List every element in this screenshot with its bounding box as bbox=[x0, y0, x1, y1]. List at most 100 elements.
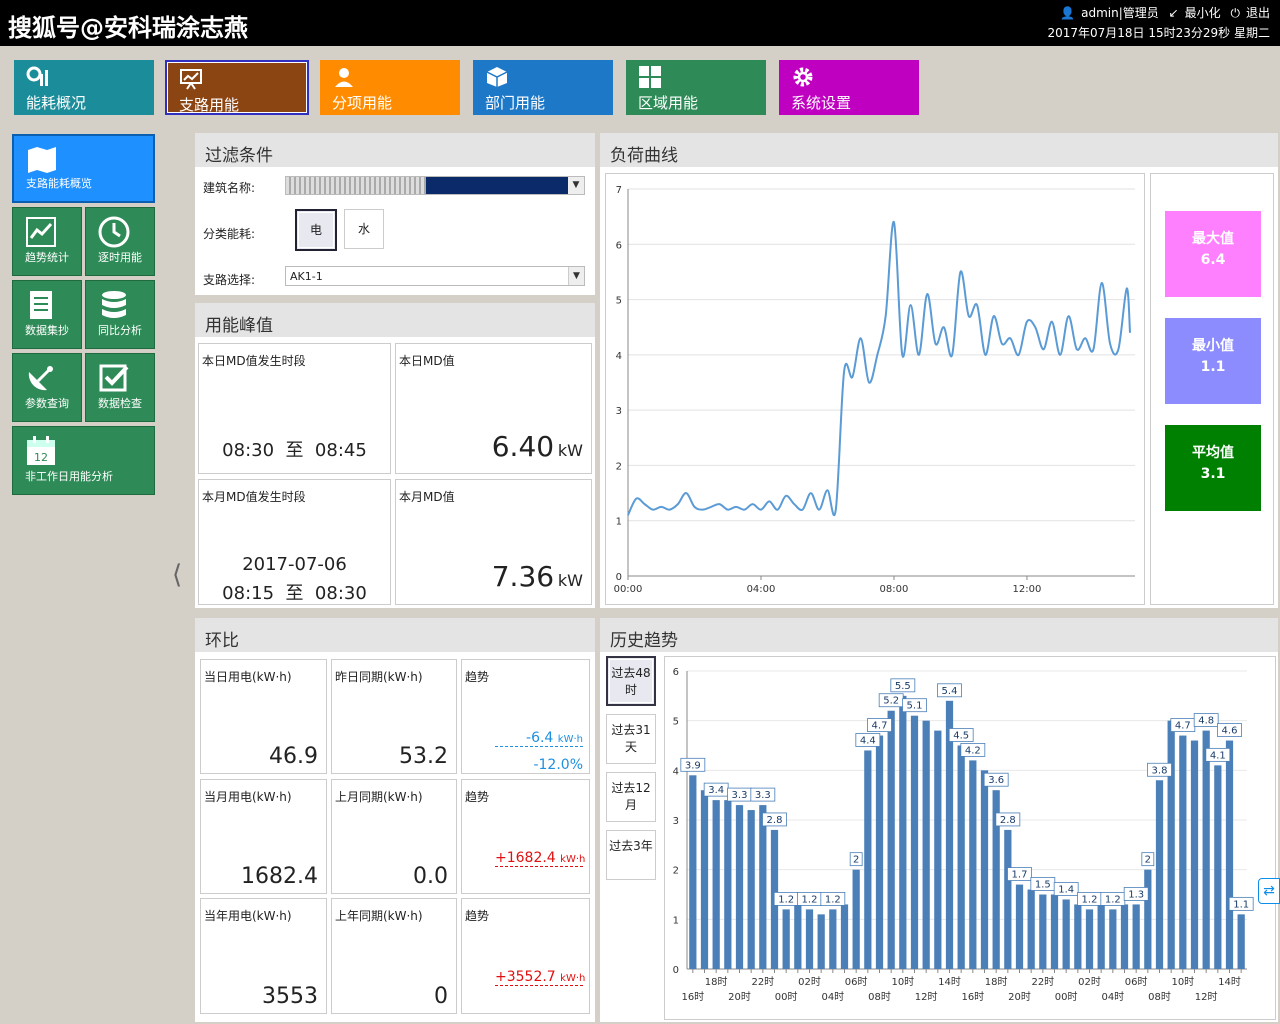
bar bbox=[1050, 894, 1059, 969]
day-period-label: 本日MD值发生时段 bbox=[202, 354, 306, 368]
avg-stat: 平均值 3.1 bbox=[1165, 425, 1261, 511]
sidebar-item-data-check[interactable]: 数据检查 bbox=[85, 353, 155, 422]
cur-box: 当日用电(kW·h) 46.9 bbox=[200, 659, 327, 774]
sidebar-item-trend-stats[interactable]: 趋势统计 bbox=[12, 207, 82, 276]
sidebar-item-data-reading[interactable]: 数据集抄 bbox=[12, 280, 82, 349]
nav-energy-overview[interactable]: 能耗概况 bbox=[14, 60, 154, 115]
document-icon bbox=[30, 291, 52, 319]
y-tick-label: 7 bbox=[616, 185, 622, 196]
teamviewer-icon[interactable]: ⇄ bbox=[1258, 878, 1280, 904]
trend-label: 趋势 bbox=[465, 909, 490, 923]
data-label: 5.2 bbox=[883, 696, 899, 707]
y-tick-label: 3 bbox=[673, 816, 679, 827]
datetime: 2017年07月18日 15时23分29秒 星期二 bbox=[1047, 26, 1270, 40]
minimize-icon: ↙ bbox=[1168, 6, 1179, 20]
bar bbox=[1179, 735, 1187, 969]
x-tick-label: 08时 bbox=[1148, 991, 1171, 1003]
x-tick-label: 14时 bbox=[1218, 976, 1241, 988]
nav-department-energy[interactable]: 部门用能 bbox=[473, 60, 613, 115]
x-tick-label: 08:00 bbox=[880, 584, 909, 595]
water-toggle[interactable]: 水 bbox=[344, 209, 384, 249]
svg-text:12: 12 bbox=[34, 451, 48, 464]
btn-3y[interactable]: 过去3年 bbox=[606, 830, 656, 880]
x-tick-label: 12时 bbox=[915, 991, 938, 1003]
elec-toggle[interactable]: 电 bbox=[295, 209, 337, 251]
collapse-chevron-icon[interactable]: ⟨ bbox=[172, 560, 182, 590]
bar bbox=[1155, 780, 1164, 969]
nav-label: 分项用能 bbox=[332, 94, 393, 112]
trend-label: 趋势 bbox=[465, 790, 490, 804]
data-label: 3.3 bbox=[755, 790, 771, 801]
power-icon: ⏻ bbox=[1230, 6, 1240, 20]
btn-48h[interactable]: 过去48时 bbox=[606, 656, 656, 706]
trend-label: 趋势 bbox=[465, 670, 490, 684]
trend-box: 趋势 -6.4 kW·h -12.0% bbox=[461, 659, 590, 774]
btn-12m[interactable]: 过去12月 bbox=[606, 772, 656, 822]
data-label: 4.6 bbox=[1222, 726, 1238, 737]
max-label: 最大值 bbox=[1192, 231, 1234, 247]
bar bbox=[1097, 899, 1105, 969]
branch-select[interactable]: AK1-1 ▼ bbox=[285, 266, 585, 286]
data-label: 4.1 bbox=[1210, 750, 1226, 761]
cur-label: 当月用电(kW·h) bbox=[204, 790, 292, 804]
bar bbox=[852, 869, 860, 969]
data-label: 1.2 bbox=[778, 894, 794, 905]
y-tick-label: 2 bbox=[616, 461, 622, 472]
bar bbox=[1167, 720, 1175, 969]
cur-value: 1682.4 bbox=[241, 864, 318, 889]
bar bbox=[1225, 740, 1234, 969]
sidebar-label: 参数查询 bbox=[25, 397, 69, 410]
x-tick-label: 06时 bbox=[845, 976, 868, 988]
bar bbox=[1109, 909, 1117, 969]
prev-label: 上年同期(kW·h) bbox=[335, 909, 423, 923]
nav-branch-energy[interactable]: 支路用能 bbox=[165, 60, 309, 115]
bar bbox=[1015, 884, 1024, 969]
data-label: 5.4 bbox=[942, 686, 958, 697]
data-label: 3.3 bbox=[732, 790, 748, 801]
data-label: 1.3 bbox=[1128, 889, 1144, 900]
day-md-value: 6.40 bbox=[491, 430, 555, 463]
x-tick-label: 02时 bbox=[798, 976, 821, 988]
chevron-down-icon[interactable]: ▼ bbox=[568, 267, 584, 285]
sidebar-item-branch-overview[interactable]: 支路能耗概览 bbox=[12, 134, 155, 203]
month-period-label: 本月MD值发生时段 bbox=[202, 490, 306, 504]
load-line-chart: 0 1 2 3 4 5 6 7 00:00 04:00 08:00 12:00 bbox=[614, 185, 1135, 595]
day-period-box: 本日MD值发生时段 08:30 至 08:45 bbox=[198, 343, 391, 474]
grid-icon bbox=[639, 66, 661, 88]
btn-31d[interactable]: 过去31天 bbox=[606, 714, 656, 764]
x-tick-label: 12:00 bbox=[1013, 584, 1042, 595]
history-panel: 历史趋势 过去48时 过去31天 过去12月 过去3年 0 1 2 3 4 5 6 3.9 3.… bbox=[600, 618, 1280, 1022]
sidebar-item-nonworkday[interactable]: 12 非工作日用能分析 bbox=[12, 426, 155, 495]
user-link[interactable]: admin|管理员 bbox=[1081, 6, 1159, 20]
logout-button[interactable]: 退出 bbox=[1246, 6, 1270, 20]
month-md-value-wrap: 7.36 kW bbox=[492, 560, 583, 593]
bar bbox=[794, 904, 802, 969]
bar bbox=[1120, 904, 1129, 969]
sidebar-item-yoy-analysis[interactable]: 同比分析 bbox=[85, 280, 155, 349]
sidebar-item-hourly-energy[interactable]: 逐时用能 bbox=[85, 207, 155, 276]
min-label: 最小值 bbox=[1192, 338, 1234, 354]
data-label: 1.5 bbox=[1035, 880, 1051, 891]
bar bbox=[934, 730, 942, 969]
sidebar-label: 逐时用能 bbox=[98, 251, 142, 264]
prev-box: 昨日同期(kW·h) 53.2 bbox=[331, 659, 457, 774]
minimize-button[interactable]: 最小化 bbox=[1185, 6, 1221, 20]
chevron-down-icon[interactable]: ▼ bbox=[568, 177, 584, 194]
top-bar: 搜狐号@安科瑞涂志燕 👤 admin|管理员 ↙ 最小化 ⏻ 退出 2017年07月1… bbox=[0, 0, 1280, 46]
sidebar-item-param-query[interactable]: 参数查询 bbox=[12, 353, 82, 422]
avg-label: 平均值 bbox=[1192, 445, 1234, 461]
y-tick-label: 5 bbox=[673, 717, 679, 728]
cur-value: 3553 bbox=[262, 984, 318, 1009]
bar bbox=[1202, 730, 1210, 969]
nav-system-settings[interactable]: 系统设置 bbox=[779, 60, 919, 115]
min-stat: 最小值 1.1 bbox=[1165, 318, 1261, 404]
day-md-box: 本日MD值 6.40 kW bbox=[395, 343, 592, 474]
bar bbox=[840, 904, 849, 969]
x-tick-label: 16时 bbox=[961, 991, 984, 1003]
bar bbox=[1039, 894, 1047, 969]
bar bbox=[1214, 765, 1222, 969]
building-select[interactable]: ▼ bbox=[285, 176, 585, 195]
nav-item-energy[interactable]: 分项用能 bbox=[320, 60, 460, 115]
nav-region-energy[interactable]: 区域用能 bbox=[626, 60, 766, 115]
data-label: 4.2 bbox=[965, 745, 981, 756]
